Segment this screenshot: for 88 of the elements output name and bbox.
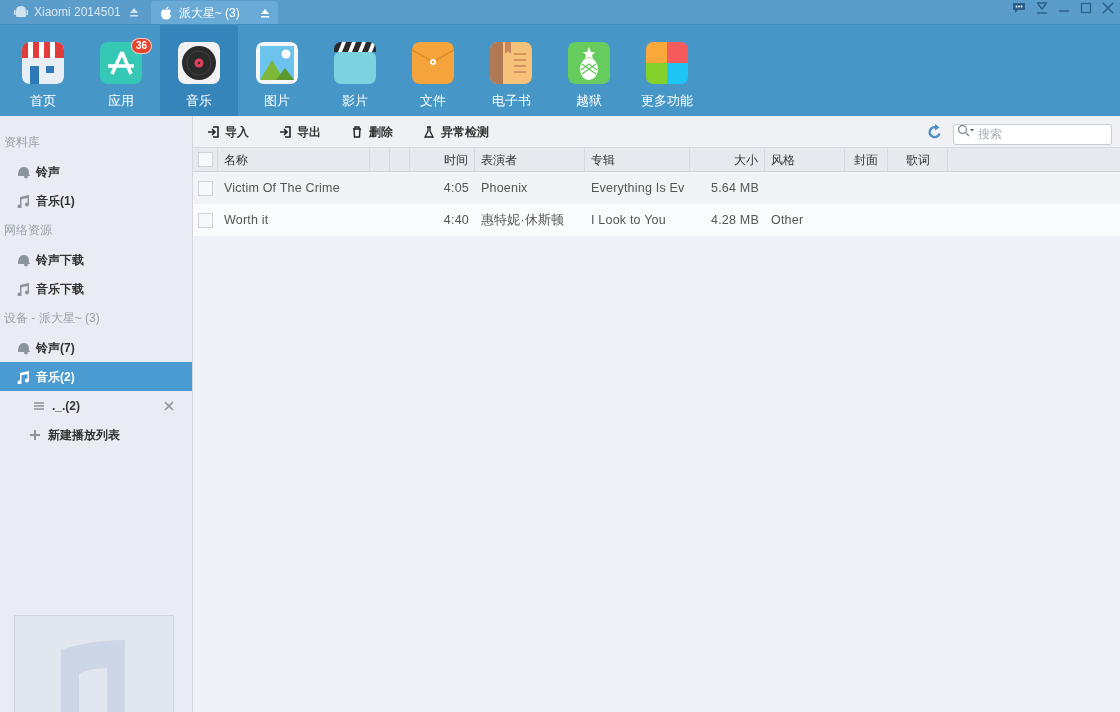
table-cell-text: 4:05 [443, 179, 469, 197]
eject-icon[interactable] [128, 7, 139, 17]
jailbreak-icon [568, 42, 610, 84]
search-icon [957, 124, 975, 138]
download-icon[interactable] [1036, 2, 1048, 14]
sidebar-item-label: 新建播放列表 [48, 426, 120, 444]
video-icon [334, 42, 376, 84]
photos-icon [256, 42, 298, 84]
close-icon[interactable] [1102, 2, 1114, 14]
table-cell-text: Everything Is Ev [591, 179, 685, 197]
checkbox[interactable] [197, 152, 213, 167]
column-header[interactable]: 封面 [854, 150, 878, 169]
table-cell-text: 惠特妮·休斯顿 [481, 211, 565, 229]
maximize-icon[interactable] [1080, 2, 1092, 14]
sidebar-item-label: 铃声 [36, 163, 60, 181]
sidebar-item-label: 音乐(1) [36, 192, 75, 210]
plus-icon [28, 427, 42, 442]
sidebar-item[interactable]: ._.(2) [0, 391, 192, 420]
table-cell-text: 4.28 MB [711, 211, 759, 229]
apple-icon [158, 5, 173, 20]
nav-tab[interactable]: 音乐 [160, 25, 238, 116]
refresh-icon[interactable] [927, 123, 943, 140]
nav-label: 首页 [30, 92, 56, 110]
nav-label: 更多功能 [641, 92, 693, 110]
nav-tab[interactable]: 36 应用 [82, 25, 160, 116]
sidebar-item-label: 铃声下载 [36, 251, 84, 269]
sidebar-heading: 设备 - 派大星~ (3) [3, 310, 101, 327]
nav-label: 文件 [420, 92, 446, 110]
bell-icon [16, 164, 30, 179]
home-icon [22, 42, 64, 84]
nav-label: 音乐 [186, 92, 212, 110]
badge: 36 [131, 38, 153, 54]
nav-label: 应用 [108, 92, 134, 110]
music-note-icon [16, 369, 30, 384]
toolbar-button[interactable]: 导入 [205, 122, 251, 141]
toolbar-button[interactable]: 删除 [349, 122, 395, 141]
nav-label: 越狱 [576, 92, 602, 110]
search-field[interactable]: 搜索 [953, 123, 1112, 145]
toolbar-button[interactable]: 异常检测 [421, 122, 491, 141]
sidebar-item-label: 铃声(7) [36, 339, 75, 357]
column-header[interactable]: 大小 [734, 150, 758, 169]
column-header[interactable]: 专辑 [591, 150, 615, 169]
music-note-icon [16, 281, 30, 296]
nav-label: 电子书 [491, 92, 531, 110]
sidebar-item[interactable]: 音乐(1) [0, 186, 192, 215]
eject-icon[interactable] [259, 7, 270, 18]
music-note-icon [16, 193, 30, 208]
table-cell-text: Worth it [224, 211, 269, 229]
table-cell-text: I Look to You [591, 211, 666, 229]
sidebar-heading: 资料库 [3, 134, 41, 151]
sidebar-item[interactable]: 音乐下载 [0, 274, 192, 303]
device-tab-label: Xiaomi 2014501 [34, 4, 121, 21]
close-icon[interactable] [164, 400, 174, 411]
music-icon [178, 42, 220, 84]
bell-icon [16, 252, 30, 267]
bell-icon [16, 340, 30, 355]
flask-icon [423, 125, 435, 138]
checkbox[interactable] [198, 180, 213, 196]
table-cell-text: 4:40 [443, 211, 469, 229]
sidebar-item[interactable]: 铃声下载 [0, 245, 192, 274]
table-cell-text: Phoenix [481, 179, 528, 197]
sidebar-item[interactable]: 新建播放列表 [0, 420, 192, 449]
checkbox[interactable] [198, 212, 213, 228]
feedback-icon[interactable] [1012, 2, 1026, 14]
toolbar-button[interactable]: 导出 [277, 122, 323, 141]
sidebar-item[interactable]: 铃声(7) [0, 333, 192, 362]
export-icon [279, 125, 291, 138]
column-header[interactable]: 歌词 [905, 150, 930, 169]
column-header[interactable]: 表演者 [481, 150, 517, 169]
more-icon [646, 42, 688, 84]
table-cell-text: Victim Of The Crime [224, 179, 340, 197]
trash-icon [351, 125, 363, 138]
column-header[interactable]: 名称 [224, 150, 248, 169]
books-icon [490, 42, 532, 84]
files-icon [412, 42, 454, 84]
nav-label: 图片 [264, 92, 290, 110]
import-icon [207, 125, 219, 138]
column-header[interactable]: 时间 [444, 150, 468, 169]
device-tab-label: 派大星~ (3) [178, 4, 240, 22]
sidebar-item-label: 音乐下载 [36, 280, 84, 298]
sidebar-item[interactable]: 铃声 [0, 157, 192, 186]
sidebar-item-label: ._.(2) [52, 397, 80, 415]
sidebar-heading: 网络资源 [3, 222, 53, 239]
nav-label: 影片 [342, 92, 368, 110]
table-cell-text: 5.64 MB [711, 179, 759, 197]
table-cell-text: Other [771, 211, 804, 229]
column-header[interactable]: 风格 [771, 150, 795, 169]
sidebar-item-label: 音乐(2) [36, 368, 75, 386]
